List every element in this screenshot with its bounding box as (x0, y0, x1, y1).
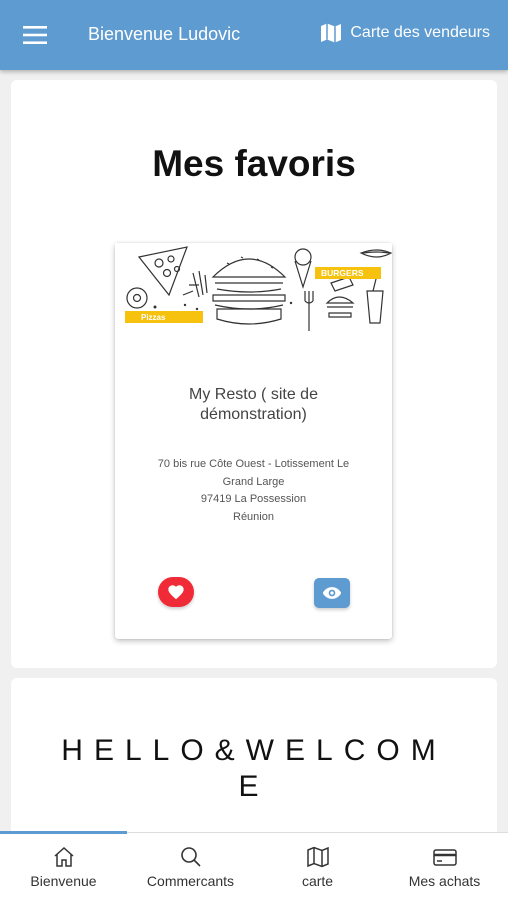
tab-mes-achats[interactable]: Mes achats (381, 833, 508, 900)
favorites-heading-text: Mes favoris (152, 143, 356, 184)
tab-carte-label: carte (301, 873, 334, 889)
tab-bienvenue-label: Bienvenue (30, 873, 97, 889)
burgers-label: BURGERS (321, 268, 364, 278)
tab-carte[interactable]: carte (254, 833, 381, 900)
pizzas-label: Pizzas (141, 313, 166, 322)
view-shop-button[interactable] (314, 578, 350, 608)
eye-icon (322, 587, 342, 599)
bottom-tab-bar: Bienvenue Commercants carte Mes achats (0, 831, 508, 900)
tab-mes-achats-label: Mes achats (408, 873, 481, 889)
address-line: Réunion (233, 510, 274, 523)
address-line: 97419 La Possession (200, 493, 307, 505)
welcome-panel: HELLO&WELCOME (11, 678, 497, 838)
seller-map-link[interactable]: Carte des vendeurs (320, 22, 490, 44)
food-illustration: Pizzas BURGERS (125, 246, 392, 331)
menu-button[interactable] (18, 22, 52, 48)
hamburger-icon (23, 26, 47, 44)
welcome-text: HELLO&WELCOME (61, 734, 447, 803)
top-app-bar: Bienvenue Ludovic Carte des vendeurs (0, 0, 508, 70)
card-icon (432, 849, 457, 866)
favorites-heading: Mes favoris (0, 143, 508, 185)
map-icon (306, 846, 329, 868)
shop-address: 70 bis rue Côte Ouest - Lotissement Le G… (115, 456, 392, 526)
heart-icon (168, 585, 184, 600)
tab-commercants[interactable]: Commercants (127, 833, 254, 900)
page-title: Bienvenue Ludovic (88, 24, 241, 44)
seller-map-label: Carte des vendeurs (350, 24, 490, 41)
address-line: 70 bis rue Côte Ouest - Lotissement Le G… (157, 458, 350, 488)
map-icon (321, 23, 342, 43)
shop-name: My Resto ( site de démonstration) (189, 386, 318, 423)
tab-bienvenue[interactable]: Bienvenue (0, 833, 127, 900)
favorite-shop-card[interactable]: Pizzas BURGERS My Resto ( site de démons… (115, 243, 392, 639)
home-icon (54, 846, 73, 867)
shop-banner-image: Pizzas BURGERS (115, 243, 392, 333)
search-icon (180, 847, 201, 867)
tab-commercants-label: Commercants (146, 873, 235, 889)
remove-favorite-button[interactable] (158, 577, 194, 607)
